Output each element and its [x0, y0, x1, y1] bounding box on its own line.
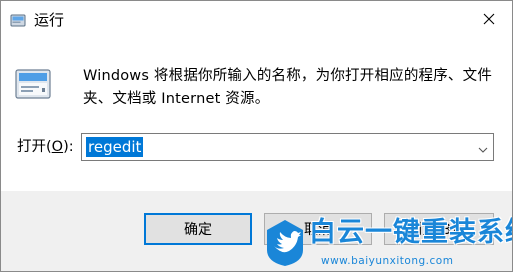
watermark-title: 白云一键重装系统 — [309, 217, 513, 248]
window-title: 运行 — [34, 11, 65, 29]
open-label-prefix: 打开( — [17, 139, 52, 155]
chevron-down-icon — [478, 138, 488, 157]
close-button[interactable] — [466, 1, 512, 37]
ok-button[interactable]: 确定 — [144, 213, 252, 245]
run-program-icon — [13, 64, 53, 104]
title-bar[interactable]: 运行 — [1, 1, 512, 39]
run-icon — [10, 12, 26, 28]
watermark-url: www.baiyunxitong.com — [321, 255, 454, 267]
dialog-description: Windows 将根据你所输入的名称，为你打开相应的程序、文件夹、文档或 Int… — [83, 68, 493, 107]
command-combobox[interactable]: regedit — [81, 133, 494, 161]
dialog-body: Windows 将根据你所输入的名称，为你打开相应的程序、文件夹、文档或 Int… — [1, 39, 512, 191]
open-label: 打开(O): — [17, 137, 74, 157]
bird-logo-icon — [263, 216, 307, 268]
watermark: 白云一键重装系统 www.baiyunxitong.com — [263, 212, 513, 271]
close-icon — [483, 10, 495, 29]
dropdown-button[interactable] — [473, 134, 493, 160]
command-input-value[interactable]: regedit — [86, 137, 144, 157]
open-label-suffix: ): — [63, 139, 74, 155]
run-dialog: 运行 Windows 将根据你所输入的名称，为你打开相应的程序、文件夹、文档或 … — [0, 0, 513, 272]
open-label-accesskey: O — [51, 139, 64, 155]
